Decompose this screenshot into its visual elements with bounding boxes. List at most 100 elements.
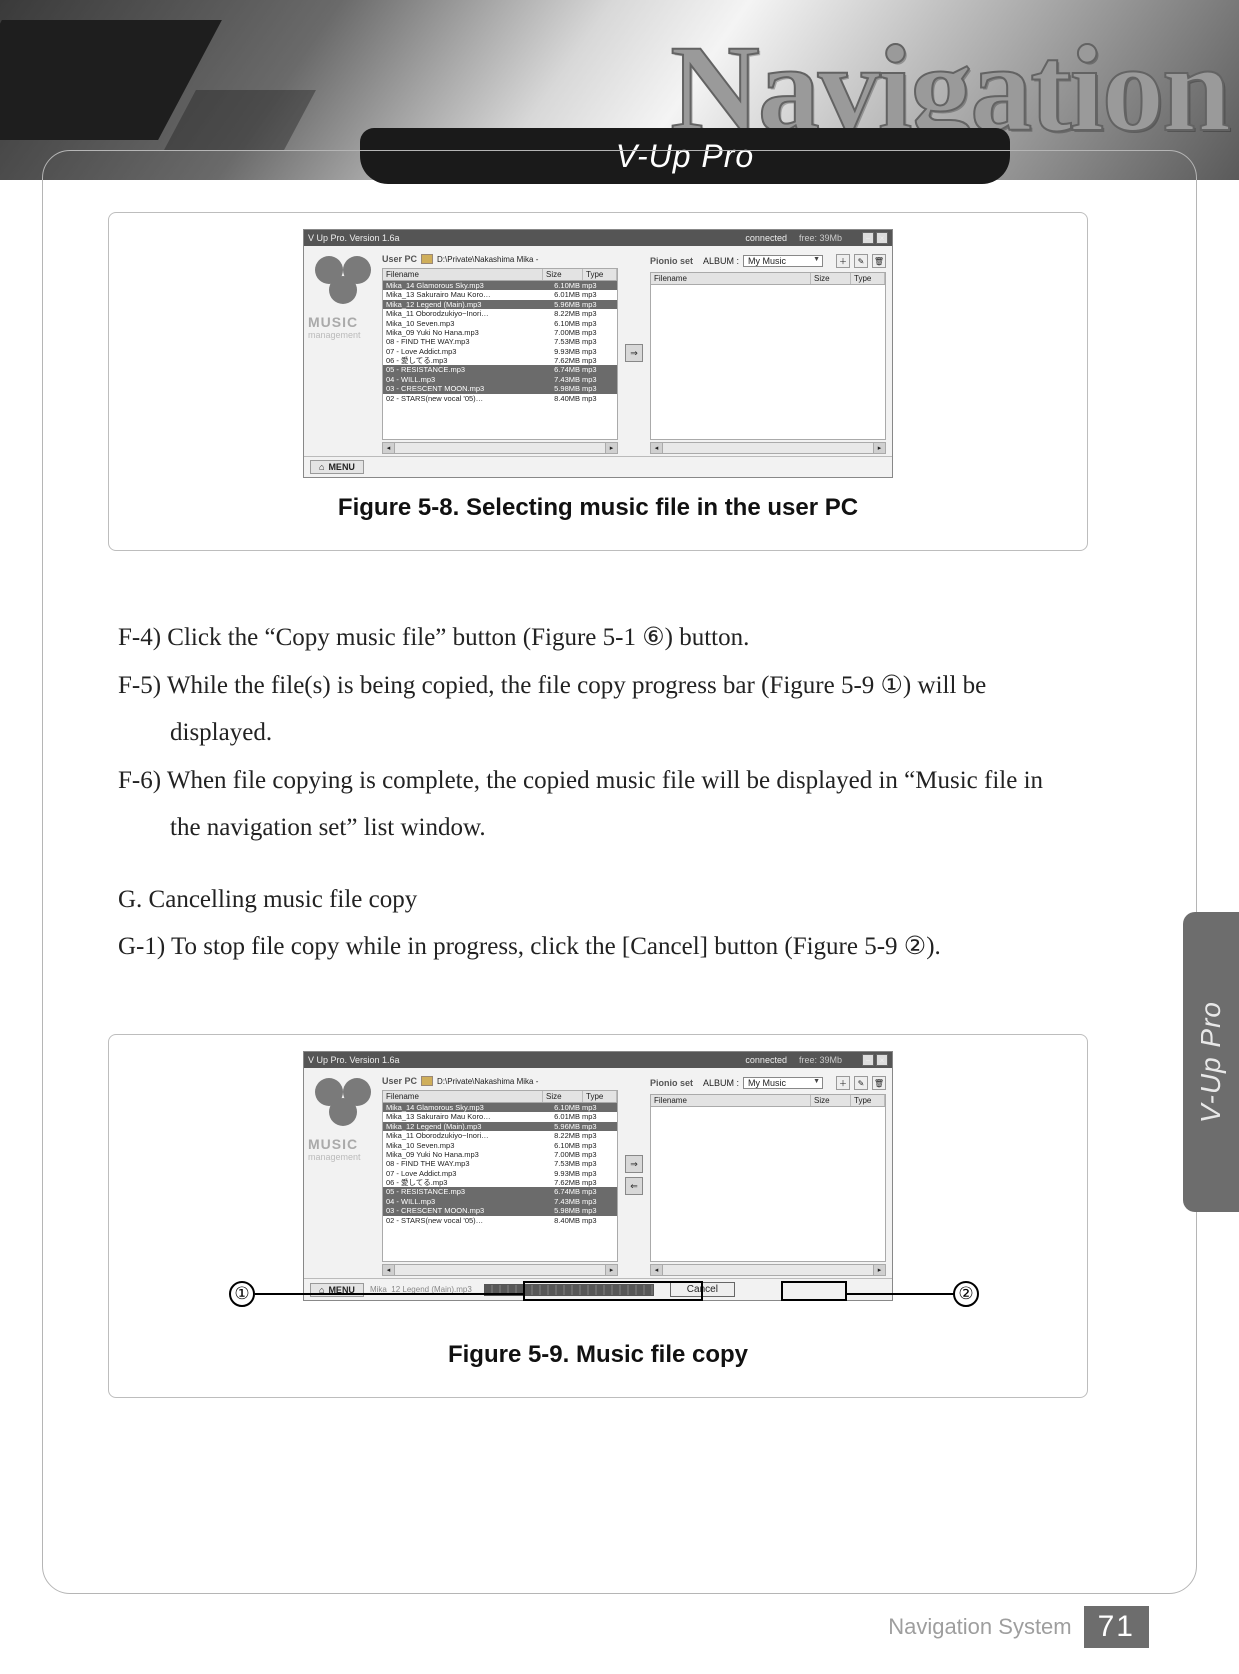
table-row[interactable]: 07 - Love Addict.mp39.93MBmp3 xyxy=(383,1169,617,1178)
album-label: ALBUM : xyxy=(703,1078,739,1088)
h-scrollbar-2[interactable]: ◂ ▸ xyxy=(650,442,886,454)
h-scrollbar[interactable]: ◂ ▸ xyxy=(382,1264,618,1276)
app-window-1: V Up Pro. Version 1.6a connected free: 3… xyxy=(303,229,893,478)
callout-2: ② xyxy=(953,1281,979,1307)
set-pane: Pionio set ALBUM : My Music ＋ ✎ 🗑 Filena… xyxy=(650,1074,886,1276)
scroll-left-icon[interactable]: ◂ xyxy=(651,1265,663,1275)
copy-right-button[interactable]: ⇒ xyxy=(625,344,643,362)
step-g1: G-1) To stop file copy while in progress… xyxy=(118,923,1058,971)
free-mem: free: 39Mb xyxy=(799,1055,842,1065)
copy-right-button[interactable]: ⇒ xyxy=(625,1155,643,1173)
delete-icon[interactable]: 🗑 xyxy=(872,254,886,268)
scroll-left-icon[interactable]: ◂ xyxy=(383,443,395,453)
folder-path: D:\Private\Nakashima Mika - xyxy=(437,255,538,264)
app-footer-row: MENU xyxy=(304,456,892,477)
conn-status: connected xyxy=(745,1055,787,1065)
copy-left-button[interactable]: ⇐ xyxy=(625,1177,643,1195)
folder-path: D:\Private\Nakashima Mika - xyxy=(437,1077,538,1086)
table-row[interactable]: 07 - Love Addict.mp39.93MBmp3 xyxy=(383,347,617,356)
body-text: F-4) Click the “Copy music file” button … xyxy=(118,614,1058,971)
table-row[interactable]: Mika_11 Oborodzukiyo~Inori…8.22MBmp3 xyxy=(383,309,617,318)
table-row[interactable]: 04 - WILL.mp37.43MBmp3 xyxy=(383,375,617,384)
scroll-right-icon[interactable]: ▸ xyxy=(605,443,617,453)
edit-icon[interactable]: ✎ xyxy=(854,254,868,268)
table-row[interactable]: Mika_14 Glamorous Sky.mp36.10MBmp3 xyxy=(383,1103,617,1112)
callout-1-line xyxy=(255,1293,523,1295)
table-row[interactable]: 03 - CRESCENT MOON.mp35.98MBmp3 xyxy=(383,1206,617,1215)
table-row[interactable]: Mika_13 Sakurairo Mau Koro…6.01MBmp3 xyxy=(383,1112,617,1121)
table-row[interactable]: 05 - RESISTANCE.mp36.74MBmp3 xyxy=(383,1187,617,1196)
table-row[interactable]: Mika_14 Glamorous Sky.mp36.10MBmp3 xyxy=(383,281,617,290)
figure-5-8-caption: Figure 5-8. Selecting music file in the … xyxy=(131,494,1065,522)
step-f5-a: F-5) While the file(s) is being copied, … xyxy=(118,662,1058,710)
side-tab: V-Up Pro xyxy=(1183,912,1239,1212)
user-grid-body[interactable]: Mika_14 Glamorous Sky.mp36.10MBmp3Mika_1… xyxy=(382,1103,618,1262)
new-folder-icon[interactable]: ＋ xyxy=(836,254,850,268)
scroll-left-icon[interactable]: ◂ xyxy=(651,443,663,453)
user-pc-label: User PC xyxy=(382,254,417,264)
app-logo: MUSIC management xyxy=(304,246,382,456)
minimize-icon[interactable]: − xyxy=(862,232,874,244)
delete-icon[interactable]: 🗑 xyxy=(872,1076,886,1090)
h-scrollbar-2[interactable]: ◂ ▸ xyxy=(650,1264,886,1276)
folder-icon[interactable] xyxy=(421,1076,433,1086)
table-row[interactable]: 06 - 愛してる.mp37.62MBmp3 xyxy=(383,1178,617,1187)
album-select[interactable]: My Music xyxy=(743,255,823,267)
user-pc-label: User PC xyxy=(382,1076,417,1086)
table-row[interactable]: 02 - STARS(new vocal '05)…8.40MBmp3 xyxy=(383,1216,617,1225)
app-titlebar: V Up Pro. Version 1.6a connected free: 3… xyxy=(304,1052,892,1068)
user-grid-header: Filename Size Type xyxy=(382,268,618,281)
user-grid-body[interactable]: Mika_14 Glamorous Sky.mp36.10MBmp3Mika_1… xyxy=(382,281,618,440)
page-footer: Navigation System 71 xyxy=(888,1606,1149,1648)
table-row[interactable]: 02 - STARS(new vocal '05)…8.40MBmp3 xyxy=(383,394,617,403)
edit-icon[interactable]: ✎ xyxy=(854,1076,868,1090)
callout-2-line xyxy=(847,1293,957,1295)
close-icon[interactable]: × xyxy=(876,1054,888,1066)
scroll-left-icon[interactable]: ◂ xyxy=(383,1265,395,1275)
app-title: V Up Pro. Version 1.6a xyxy=(308,1055,733,1065)
free-mem: free: 39Mb xyxy=(799,233,842,243)
table-row[interactable]: Mika_10 Seven.mp36.10MBmp3 xyxy=(383,1141,617,1150)
table-row[interactable]: Mika_09 Yuki No Hana.mp37.00MBmp3 xyxy=(383,328,617,337)
folder-icon[interactable] xyxy=(421,254,433,264)
album-select[interactable]: My Music xyxy=(743,1077,823,1089)
set-label: Pionio set xyxy=(650,256,693,266)
table-row[interactable]: 08 - FIND THE WAY.mp37.53MBmp3 xyxy=(383,1159,617,1168)
app-title: V Up Pro. Version 1.6a xyxy=(308,233,733,243)
menu-button[interactable]: MENU xyxy=(310,460,364,474)
new-folder-icon[interactable]: ＋ xyxy=(836,1076,850,1090)
set-grid-body[interactable] xyxy=(650,1107,886,1262)
callout-2-box xyxy=(781,1281,847,1301)
table-row[interactable]: 08 - FIND THE WAY.mp37.53MBmp3 xyxy=(383,337,617,346)
set-label: Pionio set xyxy=(650,1078,693,1088)
table-row[interactable]: 05 - RESISTANCE.mp36.74MBmp3 xyxy=(383,365,617,374)
table-row[interactable]: Mika_13 Sakurairo Mau Koro…6.01MBmp3 xyxy=(383,290,617,299)
scroll-right-icon[interactable]: ▸ xyxy=(605,1265,617,1275)
scroll-right-icon[interactable]: ▸ xyxy=(873,1265,885,1275)
figure-5-9-caption: Figure 5-9. Music file copy xyxy=(131,1341,1065,1369)
user-pc-pane: User PC D:\Private\Nakashima Mika - File… xyxy=(382,252,618,454)
table-row[interactable]: 03 - CRESCENT MOON.mp35.98MBmp3 xyxy=(383,384,617,393)
callout-1: ① xyxy=(229,1281,255,1307)
table-row[interactable]: Mika_10 Seven.mp36.10MBmp3 xyxy=(383,319,617,328)
step-f4: F-4) Click the “Copy music file” button … xyxy=(118,614,1058,662)
h-scrollbar[interactable]: ◂ ▸ xyxy=(382,442,618,454)
set-grid-body[interactable] xyxy=(650,285,886,440)
user-grid-header: Filename Size Type xyxy=(382,1090,618,1103)
figure-5-8-box: V Up Pro. Version 1.6a connected free: 3… xyxy=(108,212,1088,551)
scroll-right-icon[interactable]: ▸ xyxy=(873,443,885,453)
table-row[interactable]: Mika_09 Yuki No Hana.mp37.00MBmp3 xyxy=(383,1150,617,1159)
set-pane: Pionio set ALBUM : My Music ＋ ✎ 🗑 Filena… xyxy=(650,252,886,454)
step-f6-a: F-6) When file copying is complete, the … xyxy=(118,757,1058,805)
table-row[interactable]: Mika_12 Legend (Main).mp35.96MBmp3 xyxy=(383,300,617,309)
side-tab-label: V-Up Pro xyxy=(1195,1001,1227,1123)
minimize-icon[interactable]: − xyxy=(862,1054,874,1066)
table-row[interactable]: Mika_12 Legend (Main).mp35.96MBmp3 xyxy=(383,1122,617,1131)
table-row[interactable]: Mika_11 Oborodzukiyo~Inori…8.22MBmp3 xyxy=(383,1131,617,1140)
close-icon[interactable]: × xyxy=(876,232,888,244)
conn-status: connected xyxy=(745,233,787,243)
table-row[interactable]: 04 - WILL.mp37.43MBmp3 xyxy=(383,1197,617,1206)
user-pc-pane: User PC D:\Private\Nakashima Mika - File… xyxy=(382,1074,618,1276)
table-row[interactable]: 06 - 愛してる.mp37.62MBmp3 xyxy=(383,356,617,365)
set-grid-header: Filename Size Type xyxy=(650,1094,886,1107)
